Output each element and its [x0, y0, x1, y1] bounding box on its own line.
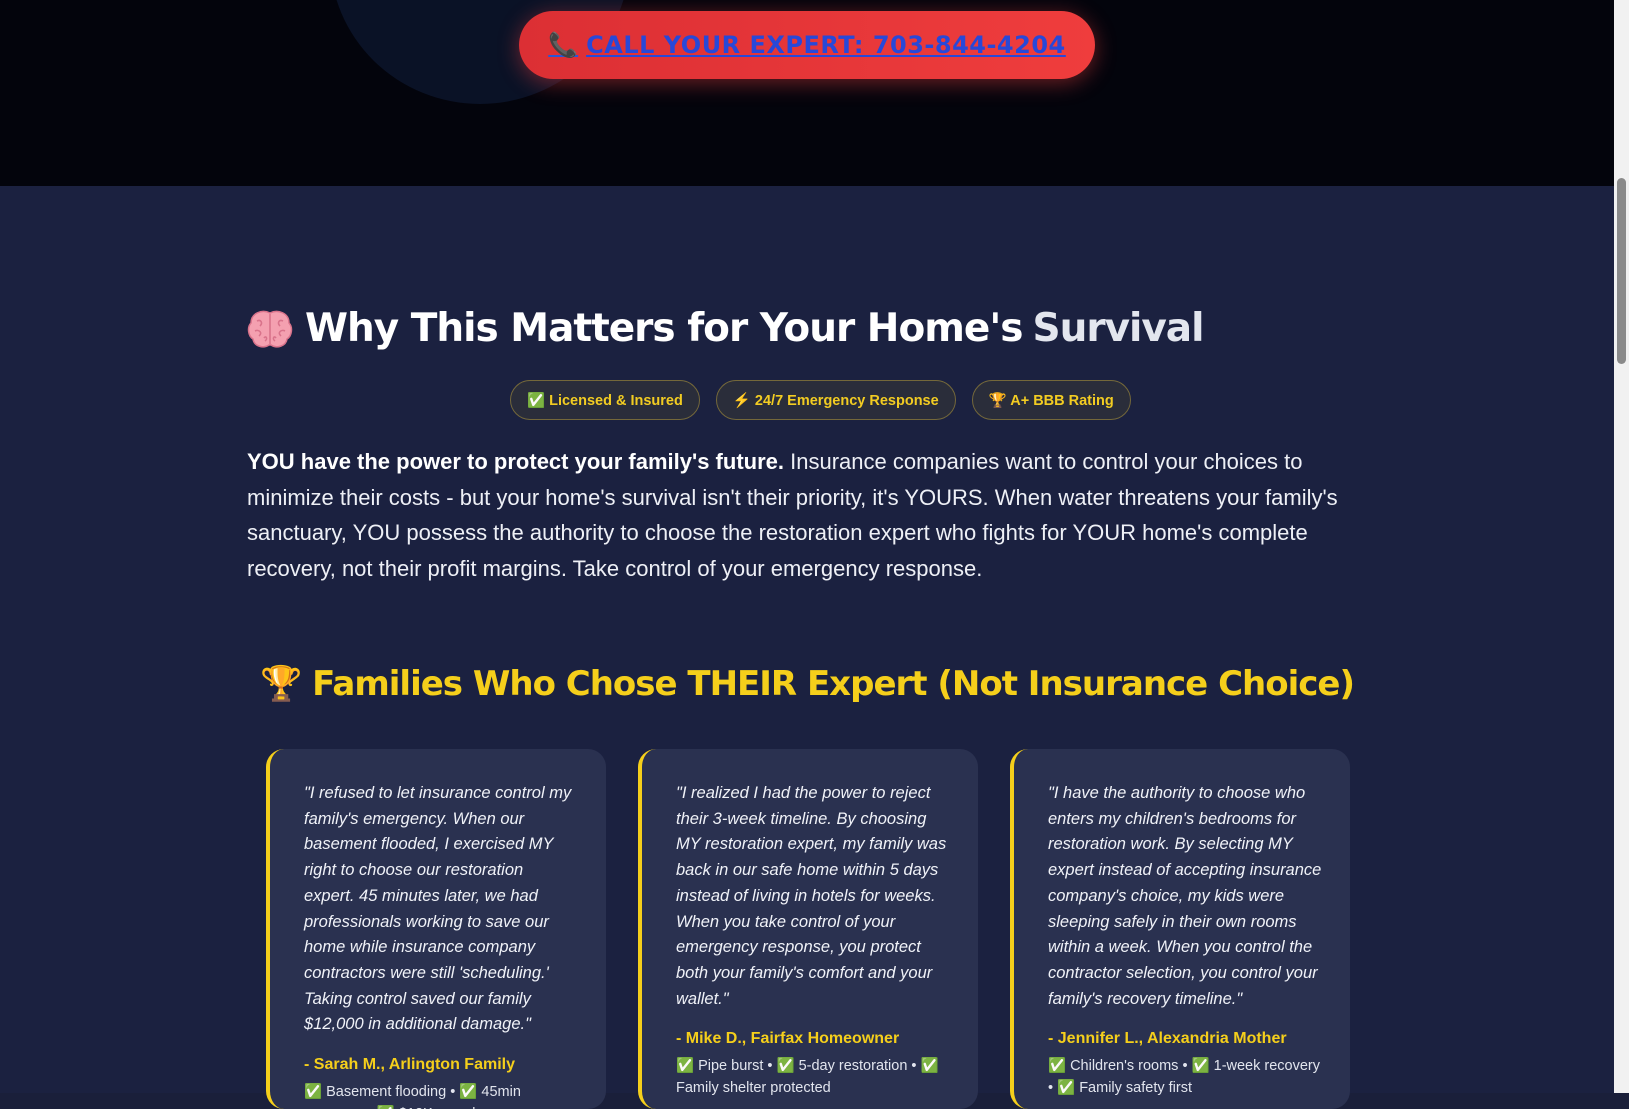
testimonial-card: "I realized I had the power to reject th… [638, 749, 978, 1109]
testimonial-card: "I refused to let insurance control my f… [266, 749, 606, 1109]
section-title-accent: Survival [1032, 306, 1204, 351]
intro-bold: YOU have the power to protect your famil… [247, 449, 784, 474]
testimonial-quote: "I refused to let insurance control my f… [304, 784, 572, 1034]
testimonial-author: - Mike D., Fairfax Homeowner [676, 1030, 900, 1048]
why-this-matters-section: Why This Matters for Your Home's Surviva… [0, 186, 1614, 1109]
call-expert-label: CALL YOUR EXPERT: 703-844-4204 [586, 31, 1066, 59]
section-title-main: Why This Matters for Your Home's [305, 306, 1023, 351]
testimonials-heading: 🏆 Families Who Chose THEIR Expert (Not I… [259, 664, 1355, 704]
testimonial-author: - Jennifer L., Alexandria Mother [1048, 1030, 1287, 1048]
badge-licensed-insured: ✅ Licensed & Insured [510, 380, 700, 420]
call-expert-button[interactable]: 📞 CALL YOUR EXPERT: 703-844-4204 [519, 11, 1095, 79]
trust-badges: ✅ Licensed & Insured ⚡ 24/7 Emergency Re… [510, 380, 1131, 420]
phone-icon: 📞 [548, 31, 579, 59]
intro-paragraph: YOU have the power to protect your famil… [247, 444, 1365, 586]
testimonial-author: - Sarah M., Arlington Family [304, 1056, 515, 1074]
top-cta-band: 📞 CALL YOUR EXPERT: 703-844-4204 [0, 0, 1614, 186]
testimonial-quote: "I realized I had the power to reject th… [676, 784, 947, 1008]
testimonial-quote: "I have the authority to choose who ente… [1048, 784, 1322, 1008]
testimonial-card: "I have the authority to choose who ente… [1010, 749, 1350, 1109]
brain-icon [247, 310, 293, 347]
section-title: Why This Matters for Your Home's Surviva… [247, 306, 1204, 351]
testimonial-cards: "I refused to let insurance control my f… [266, 749, 1350, 1109]
scrollbar-thumb[interactable] [1617, 178, 1626, 364]
badge-bbb-rating: 🏆 A+ BBB Rating [971, 380, 1131, 420]
badge-emergency-response: ⚡ 24/7 Emergency Response [715, 380, 956, 420]
testimonial-tags: ✅ Basement flooding • ✅ 45min response •… [304, 1084, 521, 1109]
page-scrollbar[interactable] [1614, 0, 1629, 1093]
